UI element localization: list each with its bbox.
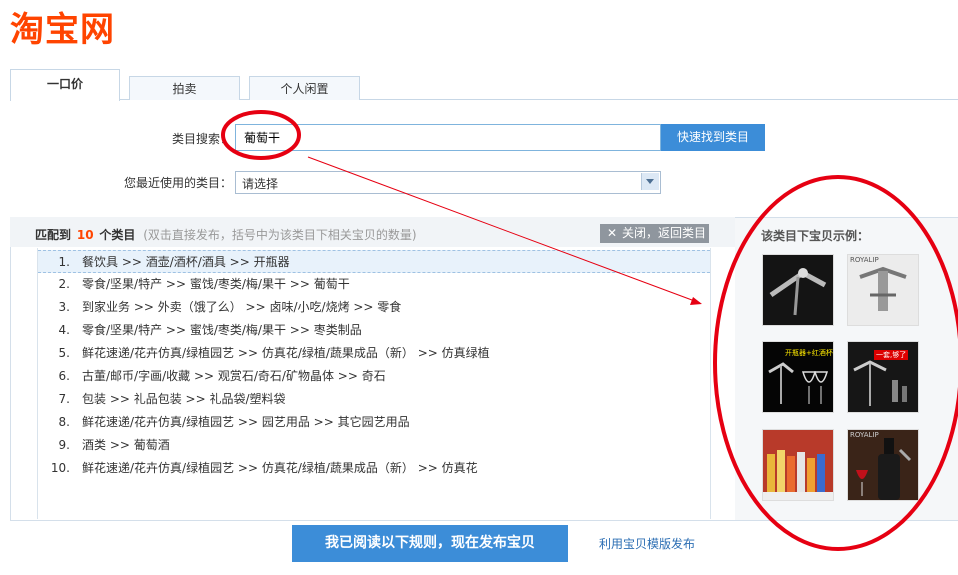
item-path: 零食/坚果/特产 >> 蜜饯/枣类/梅/果干 >> 葡萄干 [82, 277, 350, 291]
list-item[interactable]: 1. 餐饮具 >> 酒壶/酒杯/酒具 >> 开瓶器 [38, 250, 710, 273]
example-title: 该类目下宝贝示例： [761, 229, 870, 243]
close-return-label: 关闭，返回类目 [622, 226, 707, 240]
thumb-promo-text: 一套,够了 [874, 350, 909, 360]
category-result-list: 1. 餐饮具 >> 酒壶/酒杯/酒具 >> 开瓶器 2. 零食/坚果/特产 >> 蜜… [37, 248, 711, 519]
tab-personal-idle[interactable]: 个人闲置 [249, 76, 360, 100]
taobao-logo[interactable]: 淘宝网 [10, 8, 115, 52]
item-path: 到家业务 >> 外卖（饿了么） >> 卤味/小吃/烧烤 >> 零食 [82, 300, 402, 314]
list-item[interactable]: 2. 零食/坚果/特产 >> 蜜饯/枣类/梅/果干 >> 葡萄干 [38, 273, 710, 295]
corkscrew-image [763, 255, 833, 325]
item-number: 9. [58, 438, 70, 452]
item-path: 鲜花速递/花卉仿真/绿植园艺 >> 仿真花/绿植/蔬果成品（新） >> 仿真花 [82, 461, 478, 475]
item-number: 5. [58, 346, 70, 360]
item-number: 8. [58, 415, 70, 429]
corkscrew-image [848, 255, 918, 325]
quick-find-category-button[interactable]: 快速找到类目 [661, 124, 765, 151]
item-path: 酒类 >> 葡萄酒 [82, 438, 170, 452]
list-item[interactable]: 6. 古董/邮币/字画/收藏 >> 观赏石/奇石/矿物晶体 >> 奇石 [38, 365, 710, 387]
tab-auction[interactable]: 拍卖 [129, 76, 240, 100]
template-publish-link[interactable]: 利用宝贝模版发布 [599, 535, 695, 552]
item-path: 鲜花速递/花卉仿真/绿植园艺 >> 仿真花/绿植/蔬果成品（新） >> 仿真绿植 [82, 346, 490, 360]
beer-bottles-image [763, 430, 833, 500]
list-item[interactable]: 4. 零食/坚果/特产 >> 蜜饯/枣类/梅/果干 >> 枣类制品 [38, 319, 710, 341]
thumb-brand-text: ROYALIP [850, 431, 879, 439]
item-path: 鲜花速递/花卉仿真/绿植园艺 >> 园艺用品 >> 其它园艺用品 [82, 415, 410, 429]
chevron-down-icon[interactable] [641, 173, 659, 190]
item-number: 7. [58, 392, 70, 406]
list-item[interactable]: 3. 到家业务 >> 外卖（饿了么） >> 卤味/小吃/烧烤 >> 零食 [38, 296, 710, 318]
publish-button[interactable]: 我已阅读以下规则，现在发布宝贝 [292, 525, 568, 562]
item-path: 古董/邮币/字画/收藏 >> 观赏石/奇石/矿物晶体 >> 奇石 [82, 369, 386, 383]
category-search-box[interactable] [235, 124, 661, 151]
example-thumb[interactable] [762, 429, 834, 501]
example-thumb[interactable]: ROYALIP [847, 429, 919, 501]
results-count: 10 [76, 228, 94, 242]
item-path: 餐饮具 >> 酒壶/酒杯/酒具 >> 开瓶器 [82, 255, 290, 269]
results-suffix: 个类目 [99, 228, 136, 242]
list-item[interactable]: 5. 鲜花速递/花卉仿真/绿植园艺 >> 仿真花/绿植/蔬果成品（新） >> 仿真… [38, 342, 710, 364]
example-thumb[interactable]: ROYALIP [847, 254, 919, 326]
results-summary: 匹配到 10 个类目 (双击直接发布，括号中为该类目下相关宝贝的数量) [35, 226, 417, 243]
category-search-input[interactable] [242, 125, 656, 150]
example-thumb[interactable] [762, 254, 834, 326]
recent-category-select[interactable]: 请选择 [235, 171, 661, 194]
list-item[interactable]: 8. 鲜花速递/花卉仿真/绿植园艺 >> 园艺用品 >> 其它园艺用品 [38, 411, 710, 433]
close-icon: ✕ [606, 226, 618, 240]
wine-bottle-image [848, 430, 918, 500]
item-number: 3. [58, 300, 70, 314]
recent-category-value: 请选择 [242, 177, 279, 191]
example-thumb[interactable]: 一套,够了 [847, 341, 919, 413]
thumb-promo-text: 开瓶器+红酒杯 [785, 349, 833, 357]
item-number: 10. [50, 461, 70, 475]
close-return-button[interactable]: ✕ 关闭，返回类目 [600, 224, 709, 243]
list-item[interactable]: 9. 酒类 >> 葡萄酒 [38, 434, 710, 456]
item-number: 6. [58, 369, 70, 383]
item-number: 4. [58, 323, 70, 337]
list-item[interactable]: 10. 鲜花速递/花卉仿真/绿植园艺 >> 仿真花/绿植/蔬果成品（新） >> 仿… [38, 457, 710, 479]
example-thumb[interactable]: 开瓶器+红酒杯 [762, 341, 834, 413]
thumb-brand-text: ROYALIP [850, 256, 879, 264]
recent-category-label: 您最近使用的类目： [123, 176, 232, 190]
item-path: 零食/坚果/特产 >> 蜜饯/枣类/梅/果干 >> 枣类制品 [82, 323, 362, 337]
item-number: 1. [58, 255, 70, 269]
category-search-label: 类目搜索： [171, 132, 232, 146]
tab-fixed-price[interactable]: 一口价 [10, 69, 120, 101]
results-hint: (双击直接发布，括号中为该类目下相关宝贝的数量) [143, 228, 417, 242]
item-number: 2. [58, 277, 70, 291]
results-prefix: 匹配到 [35, 228, 72, 242]
list-item[interactable]: 7. 包装 >> 礼品包装 >> 礼品袋/塑料袋 [38, 388, 710, 410]
item-path: 包装 >> 礼品包装 >> 礼品袋/塑料袋 [82, 392, 286, 406]
